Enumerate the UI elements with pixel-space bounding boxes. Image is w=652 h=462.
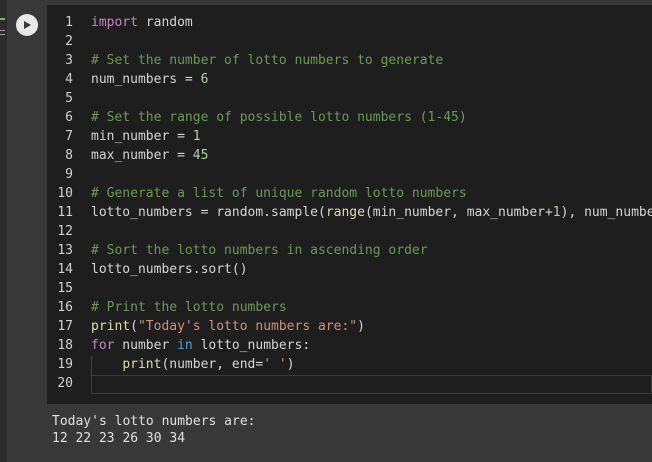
code-line[interactable]: # Set the number of lotto numbers to gen… bbox=[91, 51, 443, 70]
line-number: 17 bbox=[57, 319, 73, 334]
run-cell-button[interactable] bbox=[16, 14, 38, 36]
code-token: ' ' bbox=[263, 357, 287, 372]
line-number: 6 bbox=[65, 110, 73, 125]
line-number: 7 bbox=[65, 129, 73, 144]
line-number: 2 bbox=[65, 34, 73, 49]
left-marker bbox=[0, 18, 5, 20]
code-line[interactable]: # Generate a list of unique random lotto… bbox=[91, 184, 467, 203]
active-line-highlight bbox=[91, 375, 652, 394]
code-token: 1 bbox=[552, 205, 561, 220]
code-token: random bbox=[137, 15, 193, 30]
code-token: "Today's lotto numbers are:" bbox=[137, 319, 358, 334]
line-number: 8 bbox=[65, 148, 73, 163]
play-icon bbox=[24, 21, 31, 29]
line-number: 19 bbox=[57, 357, 73, 372]
left-strip bbox=[0, 0, 7, 462]
code-token: import bbox=[91, 15, 138, 30]
line-number: 18 bbox=[57, 338, 73, 353]
code-token: for bbox=[91, 338, 115, 353]
code-token: (min_number, max_number+ bbox=[364, 205, 553, 220]
line-number: 4 bbox=[65, 72, 73, 87]
line-number: 16 bbox=[57, 300, 73, 315]
code-token: print bbox=[122, 357, 162, 372]
left-marker bbox=[0, 34, 5, 35]
code-line[interactable]: lotto_numbers = random.sample(range(min_… bbox=[91, 203, 652, 222]
line-number: 5 bbox=[65, 91, 73, 106]
code-token: max_number = bbox=[91, 148, 193, 163]
code-token: 45 bbox=[192, 148, 209, 163]
code-token: (number, end= bbox=[161, 357, 264, 372]
line-number: 12 bbox=[57, 224, 73, 239]
code-token: ), num_numbers) bbox=[560, 205, 652, 220]
code-line[interactable]: # Set the range of possible lotto number… bbox=[91, 108, 467, 127]
line-number-gutter: 1 2 3 4 5 6 7 8 9 10 11 12 13 14 15 16 17 18 19 20 bbox=[47, 5, 83, 404]
code-token: number bbox=[114, 338, 178, 353]
code-token: 1 bbox=[192, 129, 201, 144]
line-number: 10 bbox=[57, 186, 73, 201]
code-token: 6 bbox=[200, 72, 209, 87]
output-line: Today's lotto numbers are: bbox=[52, 414, 256, 429]
code-line[interactable]: min_number = 1 bbox=[91, 127, 201, 146]
code-token: # Set the range of possible lotto number… bbox=[91, 110, 467, 125]
code-token: lotto_numbers: bbox=[192, 338, 311, 353]
line-number: 3 bbox=[65, 53, 73, 68]
line-number: 1 bbox=[65, 15, 73, 30]
code-token: range bbox=[325, 205, 365, 220]
code-token: ( bbox=[130, 319, 138, 334]
code-token: in bbox=[177, 338, 193, 353]
code-token: num_numbers = bbox=[91, 72, 201, 87]
cell-output: Today's lotto numbers are: 12 22 23 26 30… bbox=[47, 405, 652, 462]
code-line[interactable]: # Print the lotto numbers bbox=[91, 298, 287, 317]
line-number: 11 bbox=[57, 205, 73, 220]
line-number: 14 bbox=[57, 262, 73, 277]
line-number: 15 bbox=[57, 281, 73, 296]
code-line[interactable]: print(number, end=' ') bbox=[91, 355, 295, 374]
code-token: lotto_numbers.sort() bbox=[91, 262, 248, 277]
code-line[interactable]: import random bbox=[91, 13, 193, 32]
code-token: # Sort the lotto numbers in ascending or… bbox=[91, 243, 428, 258]
code-editor[interactable]: 1 2 3 4 5 6 7 8 9 10 11 12 13 14 15 16 17 18 19 20 import r… bbox=[47, 5, 652, 404]
code-token: print bbox=[91, 319, 131, 334]
code-line[interactable]: # Sort the lotto numbers in ascending or… bbox=[91, 241, 428, 260]
code-cell[interactable]: 1 2 3 4 5 6 7 8 9 10 11 12 13 14 15 16 17 18 19 20 import r… bbox=[7, 5, 652, 462]
code-token: min_number = bbox=[91, 129, 193, 144]
line-number: 13 bbox=[57, 243, 73, 258]
line-number: 9 bbox=[65, 167, 73, 182]
code-line[interactable]: num_numbers = 6 bbox=[91, 70, 208, 89]
output-line: 12 22 23 26 30 34 bbox=[52, 431, 186, 446]
code-token: lotto_numbers = random.sample( bbox=[91, 205, 326, 220]
code-token: ) bbox=[357, 319, 365, 334]
code-line[interactable]: for number in lotto_numbers: bbox=[91, 336, 310, 355]
code-token: # Print the lotto numbers bbox=[91, 300, 287, 315]
code-token: ) bbox=[286, 357, 295, 372]
code-line[interactable]: lotto_numbers.sort() bbox=[91, 260, 248, 279]
cell-run-area bbox=[7, 5, 47, 405]
left-marker bbox=[0, 30, 5, 31]
code-line[interactable]: print("Today's lotto numbers are:") bbox=[91, 317, 365, 336]
code-line[interactable]: max_number = 45 bbox=[91, 146, 208, 165]
line-number: 20 bbox=[57, 376, 73, 391]
code-token: # Generate a list of unique random lotto… bbox=[91, 186, 467, 201]
code-token: # Set the number of lotto numbers to gen… bbox=[91, 53, 444, 68]
